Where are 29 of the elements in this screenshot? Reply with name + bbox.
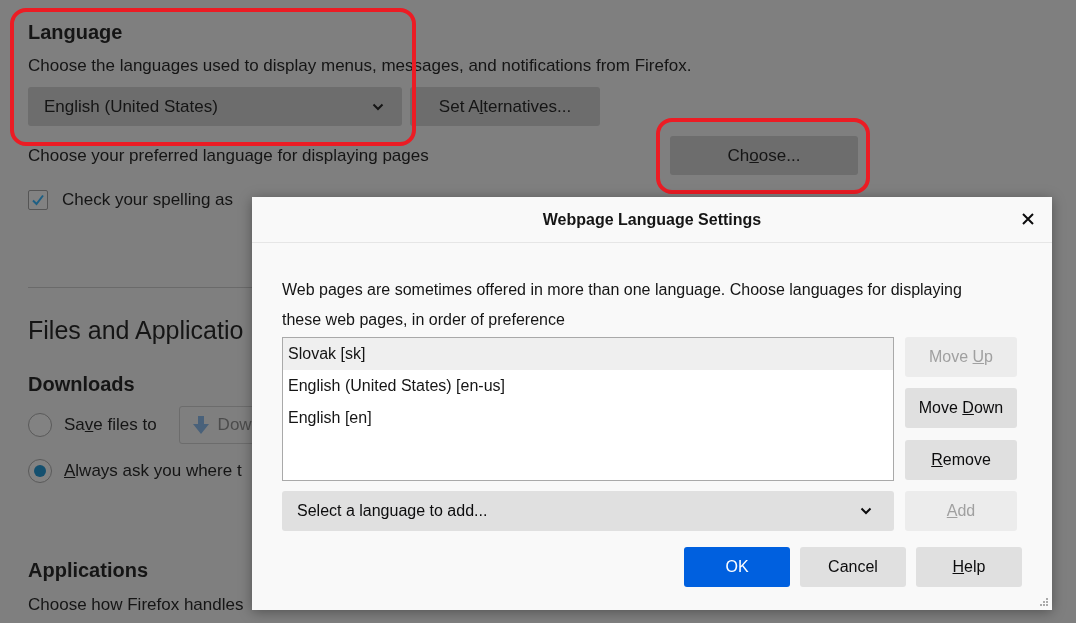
add-language-select[interactable]: Select a language to add... bbox=[282, 491, 894, 531]
section-heading: Files and Applicatio bbox=[28, 315, 244, 346]
preferred-language-label: Choose your preferred language for displaying pages bbox=[28, 144, 430, 167]
radio-label: Save files to bbox=[64, 414, 157, 436]
applications-heading: Applications bbox=[28, 558, 148, 582]
language-dropdown[interactable]: English (United States) bbox=[28, 87, 402, 126]
dialog-button[interactable]: OK bbox=[684, 547, 790, 587]
downloads-heading: Downloads bbox=[28, 372, 135, 396]
language-item[interactable]: Slovak [sk] bbox=[283, 338, 893, 370]
chevron-down-icon bbox=[860, 507, 872, 515]
list-action-button[interactable]: Move Down bbox=[905, 388, 1017, 429]
spellcheck-checkbox[interactable] bbox=[28, 190, 48, 210]
radio-button[interactable] bbox=[28, 413, 52, 437]
radio-button[interactable] bbox=[28, 459, 52, 483]
chevron-down-icon bbox=[372, 102, 384, 111]
resize-grip-icon[interactable] bbox=[1039, 597, 1049, 607]
choose-button[interactable]: Choose... bbox=[670, 136, 858, 175]
dialog-title: Webpage Language Settings bbox=[542, 210, 762, 229]
radio-label: Always ask you where t bbox=[64, 460, 242, 482]
dialog-button[interactable]: Help bbox=[916, 547, 1022, 587]
section-heading: Language bbox=[28, 20, 123, 44]
download-arrow-icon bbox=[191, 415, 210, 435]
applications-description: Choose how Firefox handles bbox=[28, 594, 244, 616]
checkmark-icon bbox=[31, 193, 45, 207]
dialog-description: Web pages are sometimes offered in more than one language. Choose languages for displaying these web pages, in order of preference bbox=[282, 280, 963, 330]
set-alternatives-button[interactable]: Set Alternatives... bbox=[410, 87, 600, 126]
spellcheck-label: Check your spelling as bbox=[62, 189, 234, 211]
list-action-button[interactable]: Remove bbox=[905, 439, 1017, 480]
dialog-button[interactable]: Cancel bbox=[800, 547, 906, 587]
